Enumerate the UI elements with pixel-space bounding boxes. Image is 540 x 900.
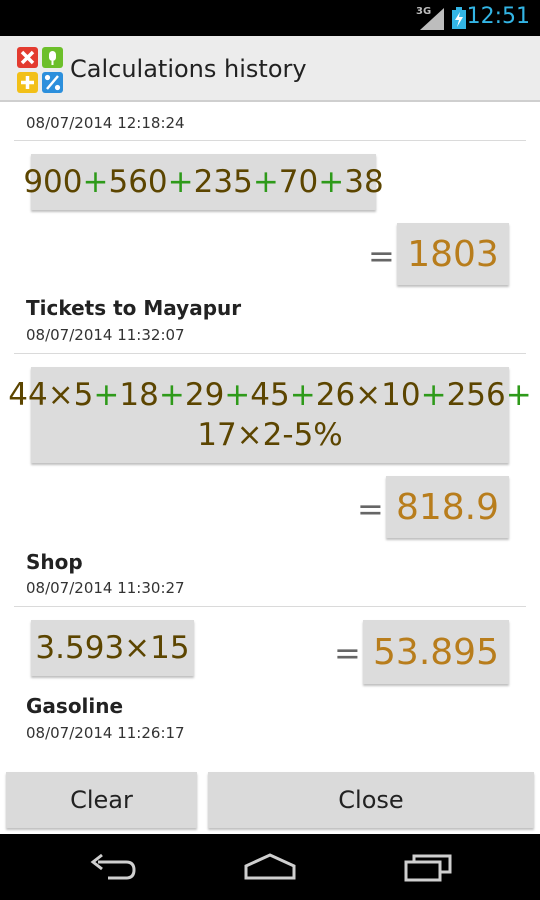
operator-token: + <box>224 377 251 413</box>
operand-token: 26×10 <box>315 377 421 413</box>
operator-token: + <box>318 164 345 200</box>
entry-label: Gasoline <box>26 694 124 718</box>
operator-token: + <box>420 377 447 413</box>
operator-token: + <box>252 164 279 200</box>
operator-token: + <box>82 164 109 200</box>
operator-token: + <box>505 377 532 413</box>
operand-token: 44×5 <box>8 377 94 413</box>
status-clock: 12:51 <box>466 4 530 29</box>
entry-label: Tickets to Mayapur <box>26 296 242 320</box>
close-button[interactable]: Close <box>208 772 534 828</box>
divider <box>14 140 526 141</box>
recent-apps-icon[interactable] <box>404 852 454 882</box>
operand-token: 38 <box>344 164 384 200</box>
expression-box[interactable]: 900+560+235+70+38 <box>23 154 384 210</box>
page-title: Calculations history <box>70 55 307 83</box>
operand-token: 70 <box>278 164 319 200</box>
entry-date: 08/07/2014 11:32:07 <box>26 326 185 344</box>
history-list[interactable]: 08/07/2014 12:18:24 900+560+235+70+38 = … <box>0 102 540 768</box>
action-bar: Calculations history <box>0 36 540 102</box>
navigation-bar <box>0 834 540 900</box>
operand-token: 560 <box>108 164 168 200</box>
expression-box[interactable]: 44×5+18+29+45+26×10+256+ 17×2-5% <box>8 367 532 463</box>
result-box[interactable]: 1803 <box>397 223 509 285</box>
divider <box>14 353 526 354</box>
operand-token: 3.593×15 <box>35 630 190 666</box>
operand-token: 17×2-5% <box>197 417 343 453</box>
calculator-app-icon <box>17 47 63 93</box>
operand-token: 256 <box>446 377 506 413</box>
entry-label: Shop <box>26 550 83 574</box>
operand-token: 45 <box>250 377 290 413</box>
operator-token: + <box>289 377 316 413</box>
expression-box[interactable]: 3.593×15 <box>31 620 194 676</box>
operator-token: + <box>93 377 120 413</box>
button-bar: Clear Close <box>0 768 540 834</box>
operator-token: + <box>167 164 194 200</box>
expression-text: 44×5+18+29+45+26×10+256+ 17×2-5% <box>8 375 531 455</box>
status-bar: 3G 12:51 <box>0 0 540 36</box>
equals-sign: = <box>357 490 384 528</box>
entry-date: 08/07/2014 12:18:24 <box>26 114 185 132</box>
operand-token: 900 <box>23 164 83 200</box>
operator-token: + <box>158 377 185 413</box>
divider <box>14 606 526 607</box>
signal-icon <box>420 8 444 30</box>
back-icon[interactable] <box>88 852 138 882</box>
clear-button[interactable]: Clear <box>6 772 197 828</box>
operand-token: 235 <box>193 164 253 200</box>
expression-text: 3.593×15 <box>35 628 189 668</box>
result-box[interactable]: 53.895 <box>363 620 509 684</box>
expression-text: 900+560+235+70+38 <box>23 162 383 202</box>
home-icon[interactable] <box>243 852 297 882</box>
equals-sign: = <box>368 237 395 275</box>
equals-sign: = <box>334 634 361 672</box>
entry-date: 08/07/2014 11:26:17 <box>26 724 185 742</box>
result-box[interactable]: 818.9 <box>386 476 509 538</box>
operand-token: 18 <box>119 377 159 413</box>
entry-date: 08/07/2014 11:30:27 <box>26 579 185 597</box>
battery-charging-icon <box>452 7 466 29</box>
operand-token: 29 <box>184 377 225 413</box>
